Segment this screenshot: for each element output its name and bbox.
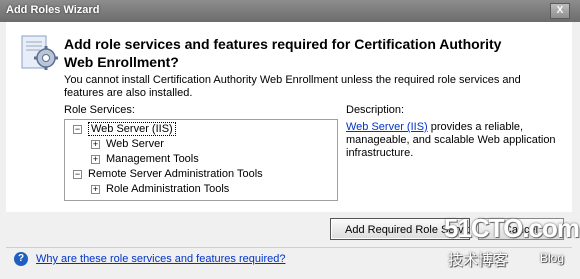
- tree-item-remote-server-admin-tools[interactable]: − Remote Server Administration Tools: [73, 167, 263, 182]
- help-icon: ?: [14, 252, 28, 266]
- tree-item-web-server-iis[interactable]: − Web Server (IIS): [73, 122, 176, 137]
- intro-text: You cannot install Certification Authori…: [64, 74, 521, 99]
- page-heading: Add role services and features required …: [64, 36, 502, 70]
- window-title: Add Roles Wizard: [6, 4, 100, 16]
- tree-item-label: Web Server (IIS): [88, 122, 176, 136]
- watermark: 51CTO.com 技术博客 Blog: [444, 213, 580, 273]
- expand-icon[interactable]: +: [91, 140, 100, 149]
- close-icon: X: [556, 5, 564, 16]
- tree-item-label: Role Administration Tools: [106, 183, 230, 195]
- role-services-tree[interactable]: − Web Server (IIS) + Web Server + Managemen…: [64, 119, 338, 201]
- expand-icon[interactable]: +: [91, 185, 100, 194]
- tree-item-management-tools[interactable]: + Management Tools: [91, 152, 199, 167]
- wizard-content: Add role services and features required …: [6, 22, 572, 212]
- collapse-icon[interactable]: −: [73, 170, 82, 179]
- tree-item-label: Remote Server Administration Tools: [88, 168, 263, 180]
- collapse-icon[interactable]: −: [73, 125, 82, 134]
- description-link[interactable]: Web Server (IIS): [346, 121, 428, 133]
- tree-item-label: Management Tools: [106, 153, 199, 165]
- tree-item-web-server[interactable]: + Web Server: [91, 137, 164, 152]
- watermark-sub: 技术博客: [448, 252, 509, 269]
- expand-icon[interactable]: +: [91, 155, 100, 164]
- close-button[interactable]: X: [550, 3, 570, 19]
- description-text: Web Server (IIS) provides a reliable, ma…: [346, 121, 556, 160]
- help-link[interactable]: Why are these role services and features…: [36, 253, 285, 265]
- tree-item-label: Web Server: [106, 138, 164, 150]
- tree-item-role-admin-tools[interactable]: + Role Administration Tools: [91, 182, 229, 197]
- title-bar: Add Roles Wizard X: [0, 0, 580, 22]
- role-services-label: Role Services:: [64, 104, 135, 116]
- wizard-gear-icon: [21, 35, 58, 70]
- watermark-blog: Blog: [540, 251, 565, 265]
- description-label: Description:: [346, 104, 405, 116]
- watermark-main: 51CTO.com: [444, 213, 580, 243]
